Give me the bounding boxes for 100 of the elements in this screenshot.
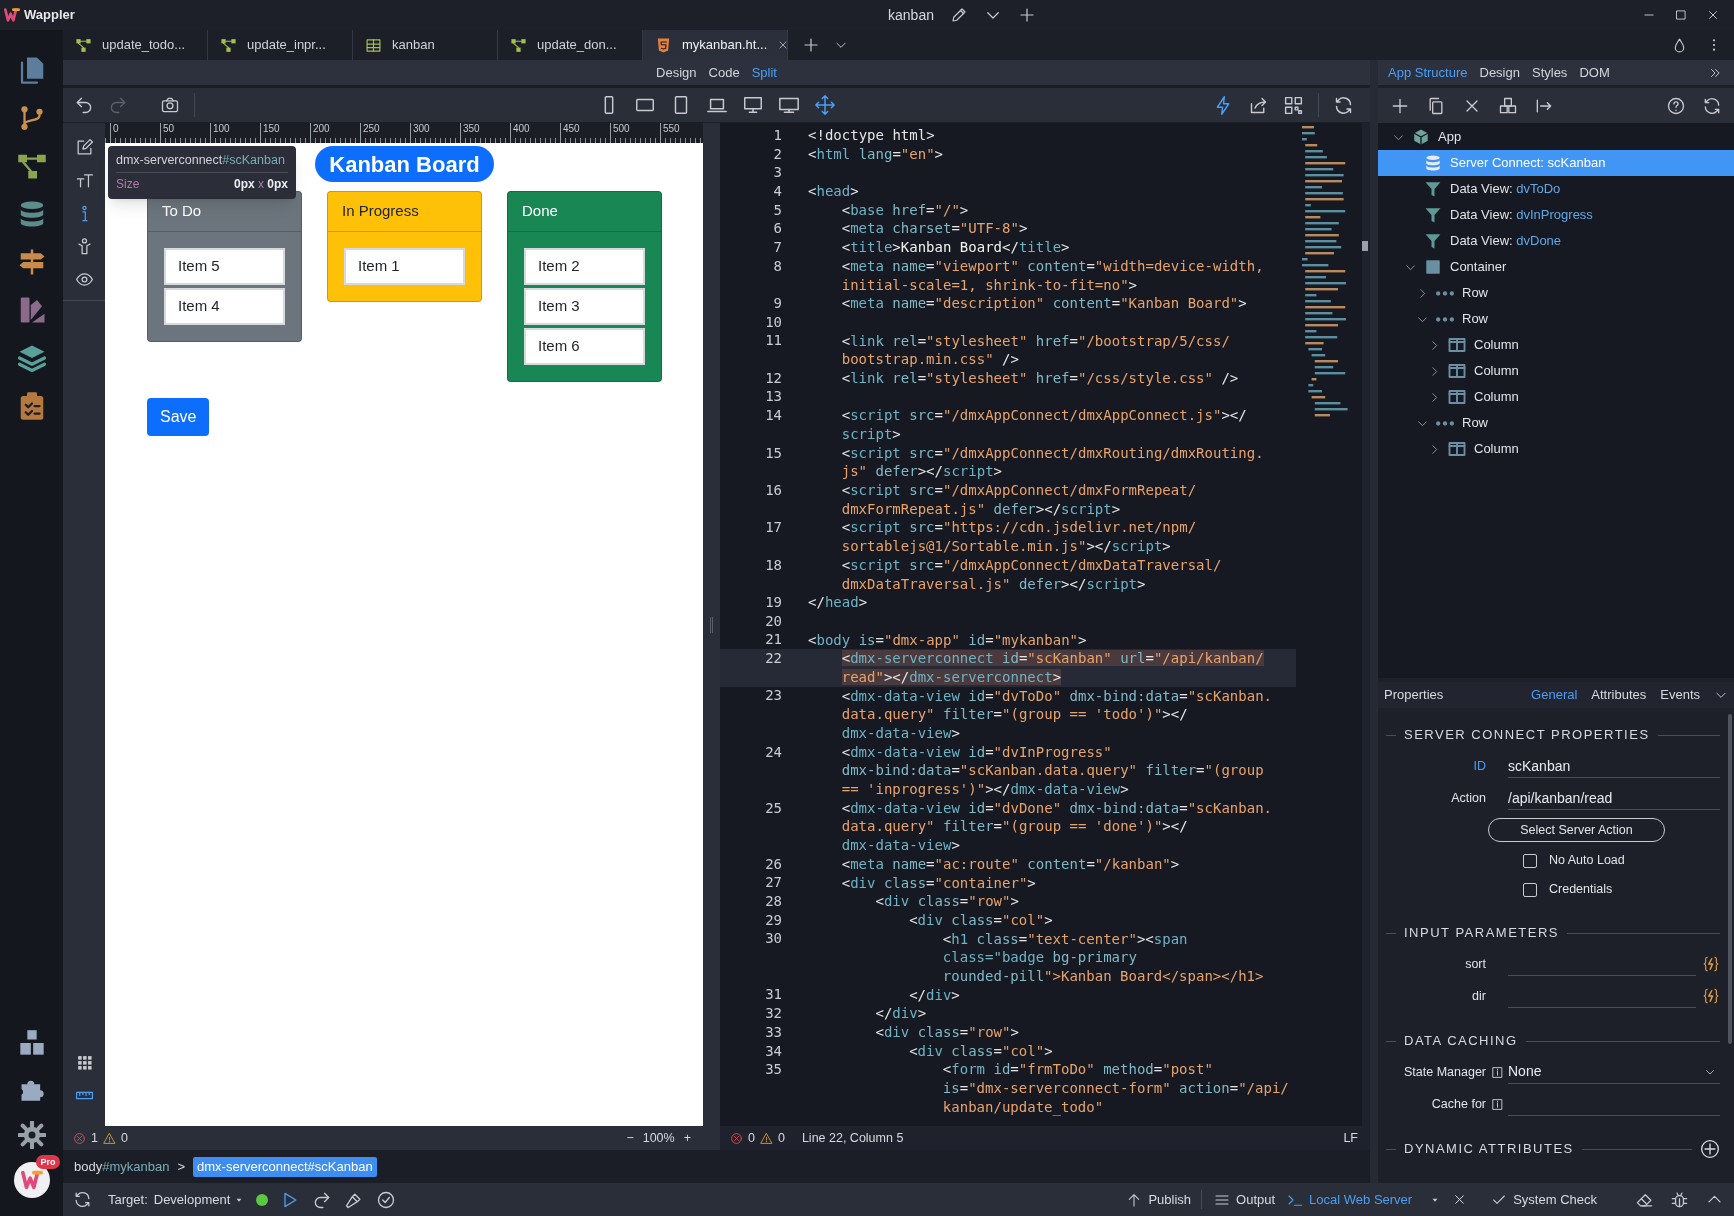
database-icon [1424, 154, 1442, 172]
qr-code-icon[interactable] [1283, 94, 1304, 116]
tree-item[interactable]: Row [1378, 306, 1734, 332]
tree-item[interactable]: Data View: dvToDo [1378, 176, 1734, 202]
panel-tab[interactable]: Design [1479, 62, 1520, 83]
undo-icon[interactable] [74, 95, 94, 115]
panel-tab[interactable]: App Structure [1388, 62, 1468, 83]
help-icon[interactable] [1666, 95, 1686, 116]
input-field[interactable]: scKanban [1508, 754, 1720, 778]
refresh-icon[interactable] [1333, 94, 1354, 116]
refresh-icon[interactable] [73, 1190, 92, 1209]
view-mode-tab[interactable]: Code [708, 62, 740, 83]
line-ending[interactable]: LF [1343, 1128, 1358, 1148]
zoom-in-button[interactable]: + [679, 1128, 695, 1148]
layers-icon[interactable] [16, 343, 47, 373]
kanban-card[interactable]: Item 1 [344, 248, 465, 285]
tree-item[interactable]: Row [1378, 280, 1734, 306]
warning-icon[interactable] [759, 1131, 773, 1145]
grid-icon[interactable] [75, 1054, 93, 1071]
kanban-card[interactable]: Item 5 [164, 248, 285, 285]
input-field[interactable]: /api/kanban/read [1508, 786, 1720, 810]
tree-item[interactable]: Data View: dvInProgress [1378, 202, 1734, 228]
splitter-handle[interactable] [710, 616, 713, 633]
tree-item[interactable]: Data View: dvDone [1378, 228, 1734, 254]
system-check-button[interactable]: System Check [1491, 1189, 1597, 1210]
code-line: initial-scale=1, shrink-to-fit=no"> [840, 275, 1138, 295]
kanban-card[interactable]: Item 2 [524, 248, 645, 285]
maximize-icon[interactable] [1674, 8, 1688, 22]
output-button[interactable]: Output [1214, 1189, 1276, 1210]
tree-item[interactable]: Column [1378, 384, 1734, 410]
error-count[interactable]: 0 [748, 1128, 755, 1148]
properties-tab[interactable]: Events [1660, 685, 1700, 705]
select-field[interactable]: None [1508, 1060, 1720, 1084]
plus-icon[interactable] [802, 36, 820, 54]
refresh-icon[interactable] [1702, 95, 1722, 116]
text-size-icon[interactable] [74, 171, 94, 190]
warning-icon[interactable] [102, 1131, 116, 1145]
target-dropdown[interactable]: Development [153, 1189, 245, 1210]
zoom-out-button[interactable]: − [622, 1128, 638, 1148]
scrollbar[interactable] [1728, 714, 1732, 1044]
columns-icon [1448, 388, 1466, 406]
properties-tab[interactable]: Attributes [1591, 685, 1647, 705]
breadcrumb-item[interactable]: body#mykanban [74, 1156, 170, 1177]
publish-button[interactable]: Publish [1126, 1189, 1203, 1210]
code-line: <html lang="en"> [808, 144, 943, 164]
panel-tab[interactable]: DOM [1579, 62, 1610, 83]
tree-item[interactable]: Row [1378, 410, 1734, 436]
column-title: Done [508, 192, 661, 232]
save-button[interactable]: Save [147, 398, 210, 436]
kanban-card[interactable]: Item 4 [164, 288, 285, 325]
warning-count[interactable]: 0 [120, 1128, 128, 1148]
bug-icon[interactable] [1670, 1190, 1689, 1209]
tree-item[interactable]: App [1378, 124, 1734, 150]
file-tab[interactable]: mykanban.ht... [643, 30, 788, 60]
desktop-icon[interactable] [741, 94, 764, 116]
line-number: 9 [773, 295, 782, 312]
view-mode-tab[interactable]: Design [656, 62, 697, 83]
tree-item[interactable]: Column [1378, 436, 1734, 462]
dynamic-data-icon[interactable] [1702, 987, 1720, 1005]
tree-item[interactable]: Column [1378, 358, 1734, 384]
tree-item[interactable]: Column [1378, 332, 1734, 358]
code-line: <meta charset="UTF-8"> [840, 219, 1028, 239]
boxes-icon[interactable] [1498, 95, 1518, 116]
checkbox[interactable] [1523, 882, 1537, 897]
line-number: 21 [765, 631, 782, 648]
kanban-card[interactable]: Item 6 [524, 328, 645, 365]
warning-count[interactable]: 0 [777, 1128, 785, 1148]
target-label: Target: [108, 1190, 148, 1209]
camera-icon[interactable] [160, 95, 180, 115]
line-number: 22 [765, 650, 782, 667]
view-mode-tab[interactable]: Split [751, 62, 777, 83]
ruler-label: 500 [612, 123, 631, 135]
error-icon[interactable] [730, 1131, 743, 1145]
pencil-icon[interactable] [949, 6, 968, 24]
eye-icon[interactable] [74, 270, 94, 289]
code-line: <link rel="stylesheet" href="/css/style.css" /> [840, 368, 1239, 388]
line-number: 28 [765, 893, 782, 910]
dynamic-data-icon[interactable] [1702, 955, 1720, 973]
panel-tab[interactable]: Styles [1531, 62, 1568, 83]
tree-item[interactable]: Container [1378, 254, 1734, 280]
error-count[interactable]: 1 [91, 1128, 98, 1148]
settings-icon[interactable] [17, 1121, 46, 1149]
code-line: data.query" filter="(group == 'done')"></ [840, 817, 1188, 837]
properties-tab[interactable]: General [1531, 685, 1578, 705]
checkbox[interactable] [1523, 853, 1537, 868]
size-value: 0px x 0px [233, 176, 288, 193]
close-icon[interactable] [1706, 8, 1720, 22]
boxes-icon[interactable] [17, 1029, 46, 1057]
check-circle-icon[interactable] [376, 1189, 397, 1210]
section-heading: INPUT PARAMETERS [1404, 924, 1559, 943]
code-line: <div class="container"> [840, 873, 1036, 893]
add-icon[interactable] [1700, 1139, 1720, 1159]
ruler-label: 0 [112, 123, 120, 135]
move-icon[interactable] [813, 94, 836, 116]
error-icon[interactable] [73, 1131, 86, 1145]
scrollbar-thumb[interactable] [1362, 241, 1368, 251]
web-server-button[interactable]: Local Web Server [1287, 1189, 1413, 1210]
code-line: dmx-data-view> [840, 836, 960, 855]
code-line: bootstrap.min.css" /> [840, 350, 1019, 369]
kanban-card[interactable]: Item 3 [524, 288, 645, 325]
